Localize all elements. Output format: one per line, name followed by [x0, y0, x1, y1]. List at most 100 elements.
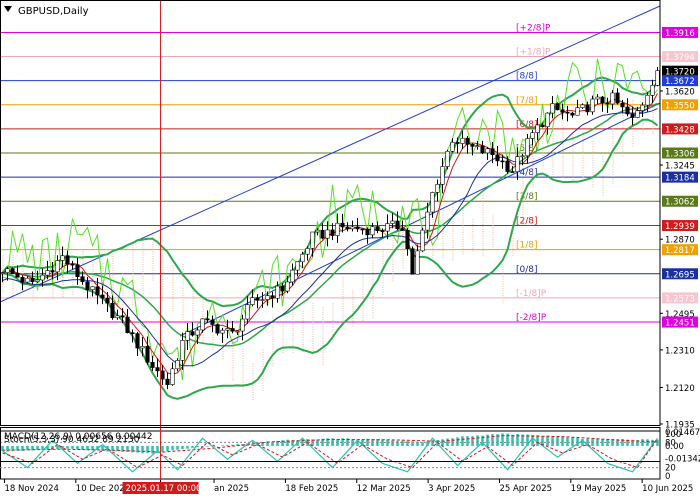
cloud-dot — [202, 336, 204, 338]
cloud-dot — [312, 326, 314, 328]
cloud-dot — [582, 160, 584, 162]
cloud-dot — [352, 294, 354, 296]
cloud-dot — [522, 211, 524, 213]
cloud-dot — [182, 318, 184, 320]
candle-bear — [50, 270, 55, 273]
cloud-dot — [42, 245, 44, 247]
cloud-dot — [172, 274, 174, 276]
cloud-dot — [432, 240, 434, 242]
cloud-dot — [612, 159, 614, 161]
candle-bear — [380, 230, 385, 232]
cloud-dot — [382, 291, 384, 293]
cloud-dot — [102, 270, 104, 272]
cloud-dot — [142, 261, 144, 263]
cloud-dot — [182, 306, 184, 308]
cloud-dot — [322, 311, 324, 313]
cloud-dot — [642, 97, 644, 99]
cloud-dot — [302, 317, 304, 319]
cloud-dot — [252, 394, 254, 396]
cloud-dot — [462, 236, 464, 238]
cloud-dot — [462, 217, 464, 219]
candle-bull — [220, 329, 225, 334]
candle-bear — [320, 229, 325, 239]
price-axis-marker-label: 1.3184 — [665, 174, 695, 184]
candle-bull — [575, 107, 580, 116]
cloud-dot — [2, 291, 4, 293]
cloud-dot — [502, 280, 504, 282]
cloud-dot — [552, 133, 554, 135]
cloud-dot — [192, 298, 194, 300]
candle-bear — [555, 103, 560, 111]
cloud-dot — [362, 281, 364, 283]
cloud-dot — [112, 265, 114, 267]
cloud-dot — [452, 218, 454, 220]
cloud-dot — [642, 120, 644, 122]
cloud-dot — [462, 246, 464, 248]
candle-bull — [610, 92, 615, 105]
cloud-dot — [132, 256, 134, 258]
cloud-dot — [82, 251, 84, 253]
chart-canvas[interactable]: [+2/8]P[+1/8]P[8/8][7/8][6/8][5/8][4/8][… — [0, 0, 700, 500]
cloud-dot — [482, 221, 484, 223]
cloud-dot — [432, 257, 434, 259]
cloud-dot — [132, 268, 134, 270]
cloud-dot — [612, 166, 614, 168]
cloud-dot — [192, 293, 194, 295]
cloud-dot — [212, 332, 214, 334]
cloud-dot — [32, 288, 34, 290]
cloud-dot — [502, 264, 504, 266]
cloud-dot — [482, 228, 484, 230]
cloud-dot — [452, 204, 454, 206]
cloud-dot — [322, 340, 324, 342]
cloud-dot — [22, 261, 24, 263]
cloud-dot — [372, 274, 374, 276]
cloud-dot — [262, 389, 264, 391]
cloud-dot — [432, 223, 434, 225]
cloud-dot — [462, 241, 464, 243]
cloud-dot — [542, 138, 544, 140]
candle-bull — [325, 229, 330, 239]
cloud-dot — [272, 346, 274, 348]
cloud-dot — [552, 145, 554, 147]
candle-bull — [45, 270, 50, 276]
cloud-dot — [142, 287, 144, 289]
cloud-dot — [332, 303, 334, 305]
candle-bear — [480, 145, 485, 154]
cloud-dot — [122, 304, 124, 306]
cloud-dot — [142, 273, 144, 275]
cloud-dot — [272, 336, 274, 338]
cloud-dot — [2, 262, 4, 264]
cloud-dot — [432, 219, 434, 221]
murrey-level-label: [2/8] — [516, 217, 538, 227]
cloud-dot — [182, 313, 184, 315]
cloud-dot — [592, 172, 594, 174]
cloud-dot — [652, 130, 654, 132]
cloud-dot — [162, 295, 164, 297]
cloud-dot — [372, 302, 374, 304]
cloud-dot — [492, 232, 494, 234]
cloud-dot — [642, 85, 644, 87]
cloud-dot — [212, 313, 214, 315]
cloud-dot — [232, 376, 234, 378]
cloud-dot — [512, 235, 514, 237]
cloud-dot — [142, 280, 144, 282]
cloud-dot — [212, 339, 214, 341]
cloud-dot — [472, 240, 474, 242]
time-axis-label: 25 Apr 2025 — [499, 484, 552, 494]
cloud-dot — [192, 314, 194, 316]
cloud-dot — [182, 280, 184, 282]
candle-bear — [165, 378, 170, 385]
cloud-dot — [202, 301, 204, 303]
cloud-dot — [542, 143, 544, 145]
cloud-dot — [262, 377, 264, 379]
cloud-dot — [332, 315, 334, 317]
candle-bear — [205, 318, 210, 321]
candle-bear — [620, 102, 625, 108]
cloud-dot — [352, 291, 354, 293]
candle-bear — [160, 370, 165, 380]
cloud-dot — [442, 233, 444, 235]
cloud-dot — [562, 124, 564, 126]
cloud-dot — [642, 123, 644, 125]
candle-bear — [130, 332, 135, 334]
cloud-dot — [2, 288, 4, 290]
